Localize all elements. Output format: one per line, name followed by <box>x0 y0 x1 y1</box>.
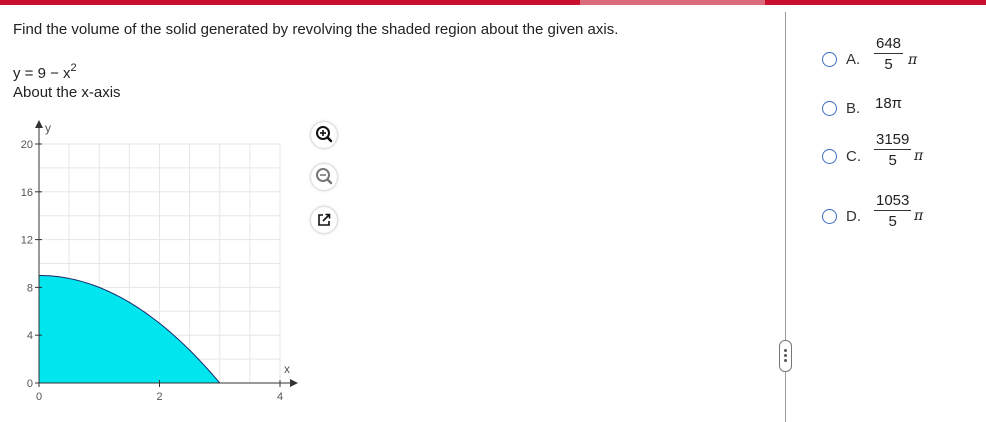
y-tick-label: 16 <box>21 187 33 199</box>
y-tick-label: 0 <box>27 378 33 390</box>
choice-c-denominator: 5 <box>888 152 897 169</box>
x-axis-label: x <box>284 362 290 376</box>
y-axis-arrow <box>35 120 43 128</box>
zoom-out-icon <box>316 168 333 185</box>
choice-a-fraction: 648 5 <box>874 35 904 73</box>
function-equation: y = 9 − x2 <box>13 62 77 82</box>
choice-a-pi: π <box>908 52 918 68</box>
choice-b-radio[interactable] <box>822 101 837 116</box>
top-accent-highlight <box>580 0 765 5</box>
zoom-in-button[interactable] <box>311 122 337 148</box>
top-accent-bar <box>0 0 986 5</box>
y-tick-label: 4 <box>27 330 33 342</box>
choice-d-letter: D. <box>846 208 861 225</box>
choice-b-value: 18π <box>875 95 903 112</box>
choice-c-pi: π <box>914 148 924 164</box>
x-tick-label: 2 <box>156 391 162 403</box>
choice-d-radio[interactable] <box>822 209 837 224</box>
choice-c-numerator: 3159 <box>874 131 912 150</box>
choice-d-fraction: 1053 5 <box>874 192 912 230</box>
choice-c-letter: C. <box>846 148 861 165</box>
x-axis-arrow <box>290 379 298 387</box>
y-tick-label: 12 <box>21 235 33 247</box>
choice-a-denominator: 5 <box>884 56 893 73</box>
y-axis-label: y <box>45 121 51 135</box>
choice-d-pi: π <box>914 208 924 224</box>
region-graph: 0 4 8 12 16 20 0 2 4 y x <box>21 120 298 403</box>
equation-exponent: 2 <box>70 62 77 74</box>
choice-a-numerator: 648 <box>874 35 904 54</box>
x-tick-label: 0 <box>36 391 42 403</box>
y-tick-label: 8 <box>27 282 33 294</box>
y-tick-label: 20 <box>21 139 33 151</box>
popout-button[interactable] <box>311 207 337 233</box>
external-link-icon <box>318 213 331 226</box>
panel-resize-handle[interactable] <box>779 340 792 372</box>
zoom-in-icon <box>316 126 333 143</box>
choice-d-numerator: 1053 <box>874 192 912 211</box>
choice-d-denominator: 5 <box>888 213 897 230</box>
zoom-out-button[interactable] <box>311 164 337 190</box>
choice-a-letter: A. <box>846 51 861 68</box>
question-prompt: Find the volume of the solid generated b… <box>13 21 619 38</box>
equation-base: y = 9 − x <box>13 65 71 82</box>
choice-b-letter: B. <box>846 100 861 117</box>
rotation-axis: About the x-axis <box>13 84 121 101</box>
x-tick-label: 4 <box>277 391 283 403</box>
choice-c-fraction: 3159 5 <box>874 131 912 169</box>
choice-a-radio[interactable] <box>822 52 837 67</box>
choice-c-radio[interactable] <box>822 149 837 164</box>
